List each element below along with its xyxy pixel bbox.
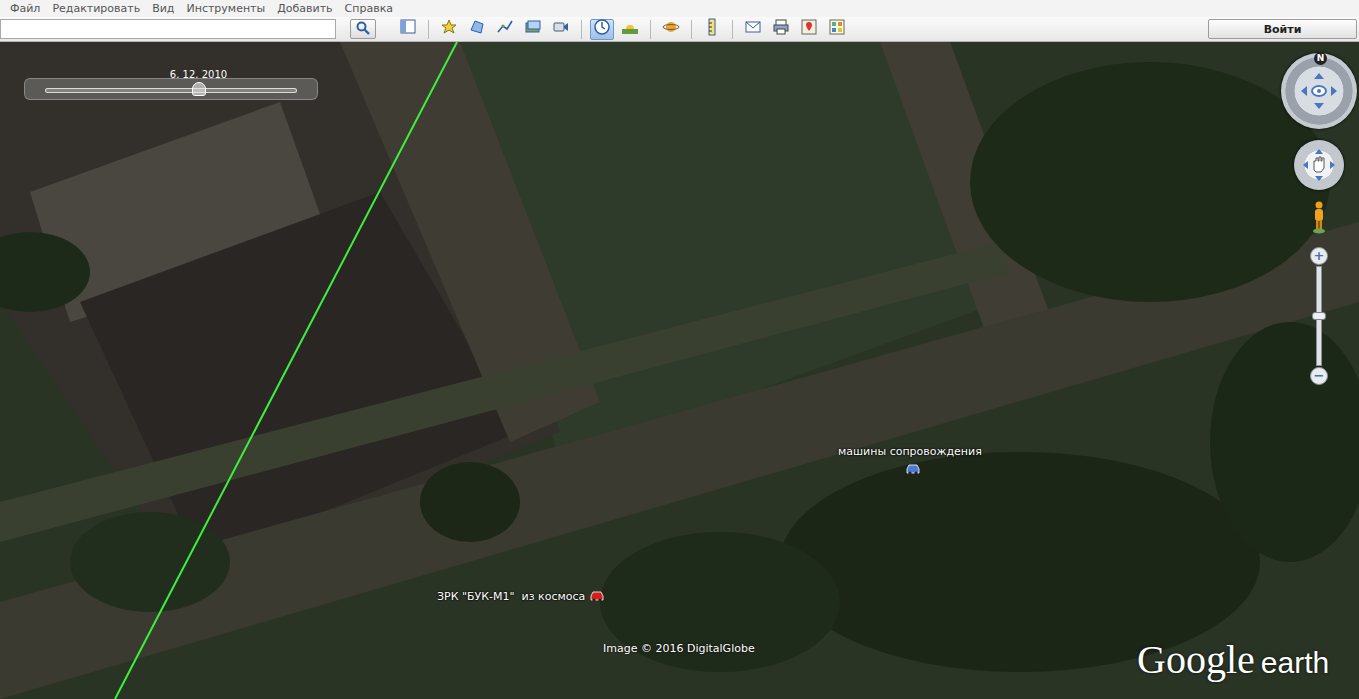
toolbar-separator	[581, 20, 582, 39]
ruler-icon	[703, 18, 721, 40]
tool-button[interactable]	[659, 19, 683, 40]
menu-bar: ФайлРедактироватьВидИнструментыДобавитьС…	[0, 0, 1359, 17]
menu-item[interactable]: Файл	[4, 2, 46, 16]
compass[interactable]: N	[1281, 53, 1357, 129]
tool-button[interactable]	[437, 19, 461, 40]
tool-button[interactable]	[797, 19, 821, 40]
placemark-label[interactable]: машины сопровождения	[838, 445, 982, 458]
google-earth-logo: Googleearth	[1137, 636, 1329, 684]
planet-icon	[662, 18, 680, 40]
compass-north: N	[1314, 52, 1327, 65]
time-slider-date: 6. 12. 2010	[170, 69, 227, 81]
toolbar-separator	[650, 20, 651, 39]
print-icon	[772, 18, 790, 40]
street-view-pegman-icon[interactable]	[1312, 200, 1326, 234]
tool-button[interactable]	[700, 19, 724, 40]
zoom-handle[interactable]	[1312, 312, 1326, 320]
record-tour-icon	[552, 18, 570, 40]
toolbar-separator	[691, 20, 692, 39]
zoom-track[interactable]	[1316, 266, 1322, 366]
menu-item[interactable]: Редактировать	[46, 2, 146, 16]
kml-icon	[828, 18, 846, 40]
historical-imagery-icon	[593, 18, 611, 40]
search-field[interactable]	[0, 19, 336, 39]
email-icon	[744, 18, 762, 40]
google-maps-icon	[800, 18, 818, 40]
add-path-icon	[496, 18, 514, 40]
placemark-label[interactable]: ЗРК "БУК-М1" из космоса	[437, 590, 585, 603]
sign-in-button[interactable]: Войти	[1208, 19, 1357, 39]
menu-item[interactable]: Добавить	[271, 2, 338, 16]
tool-button[interactable]	[590, 19, 614, 40]
tool-button[interactable]	[465, 19, 489, 40]
tool-button[interactable]	[825, 19, 849, 40]
toolbar: Войти	[0, 17, 1359, 42]
satellite-imagery	[0, 42, 1359, 699]
placemark[interactable]: машины сопровождения	[838, 445, 982, 479]
map-view[interactable]: 6. 12. 2010N+−машины сопровожденияЗРК "Б…	[0, 42, 1359, 699]
logo-product: earth	[1261, 643, 1329, 683]
zoom-in-button[interactable]: +	[1310, 247, 1328, 265]
add-placemark-icon	[440, 18, 458, 40]
pan-control[interactable]	[1294, 140, 1344, 190]
tool-button[interactable]	[769, 19, 793, 40]
tool-button[interactable]	[618, 19, 642, 40]
zoom-slider[interactable]: +−	[1310, 247, 1328, 387]
search-button[interactable]	[350, 19, 376, 39]
tool-button[interactable]	[521, 19, 545, 40]
add-polygon-icon	[468, 18, 486, 40]
menu-item[interactable]: Вид	[146, 2, 180, 16]
tool-bar-buttons	[396, 19, 853, 40]
tool-button[interactable]	[549, 19, 573, 40]
sidebar-icon	[399, 18, 417, 40]
toolbar-separator	[428, 20, 429, 39]
time-slider-handle[interactable]: 6. 12. 2010	[192, 82, 206, 96]
tool-button[interactable]	[396, 19, 420, 40]
car-icon[interactable]	[589, 587, 605, 606]
tool-button[interactable]	[493, 19, 517, 40]
zoom-fill	[1317, 316, 1321, 365]
logo-brand: Google	[1137, 636, 1255, 684]
zoom-out-button[interactable]: −	[1310, 367, 1328, 385]
time-slider-track[interactable]: 6. 12. 2010	[45, 88, 297, 93]
imagery-attribution: Image © 2016 DigitalGlobe	[603, 642, 755, 655]
sunlight-icon	[621, 18, 639, 40]
time-slider[interactable]: 6. 12. 2010	[24, 78, 318, 100]
placemark[interactable]: ЗРК "БУК-М1" из космоса	[437, 587, 605, 606]
menu-item[interactable]: Инструменты	[180, 2, 271, 16]
add-overlay-icon	[524, 18, 542, 40]
tool-button[interactable]	[741, 19, 765, 40]
menu-item[interactable]: Справка	[339, 2, 399, 16]
car-icon[interactable]	[905, 460, 921, 479]
toolbar-separator	[732, 20, 733, 39]
time-slider-fill: 6. 12. 2010	[46, 89, 199, 92]
search-icon	[356, 20, 370, 39]
